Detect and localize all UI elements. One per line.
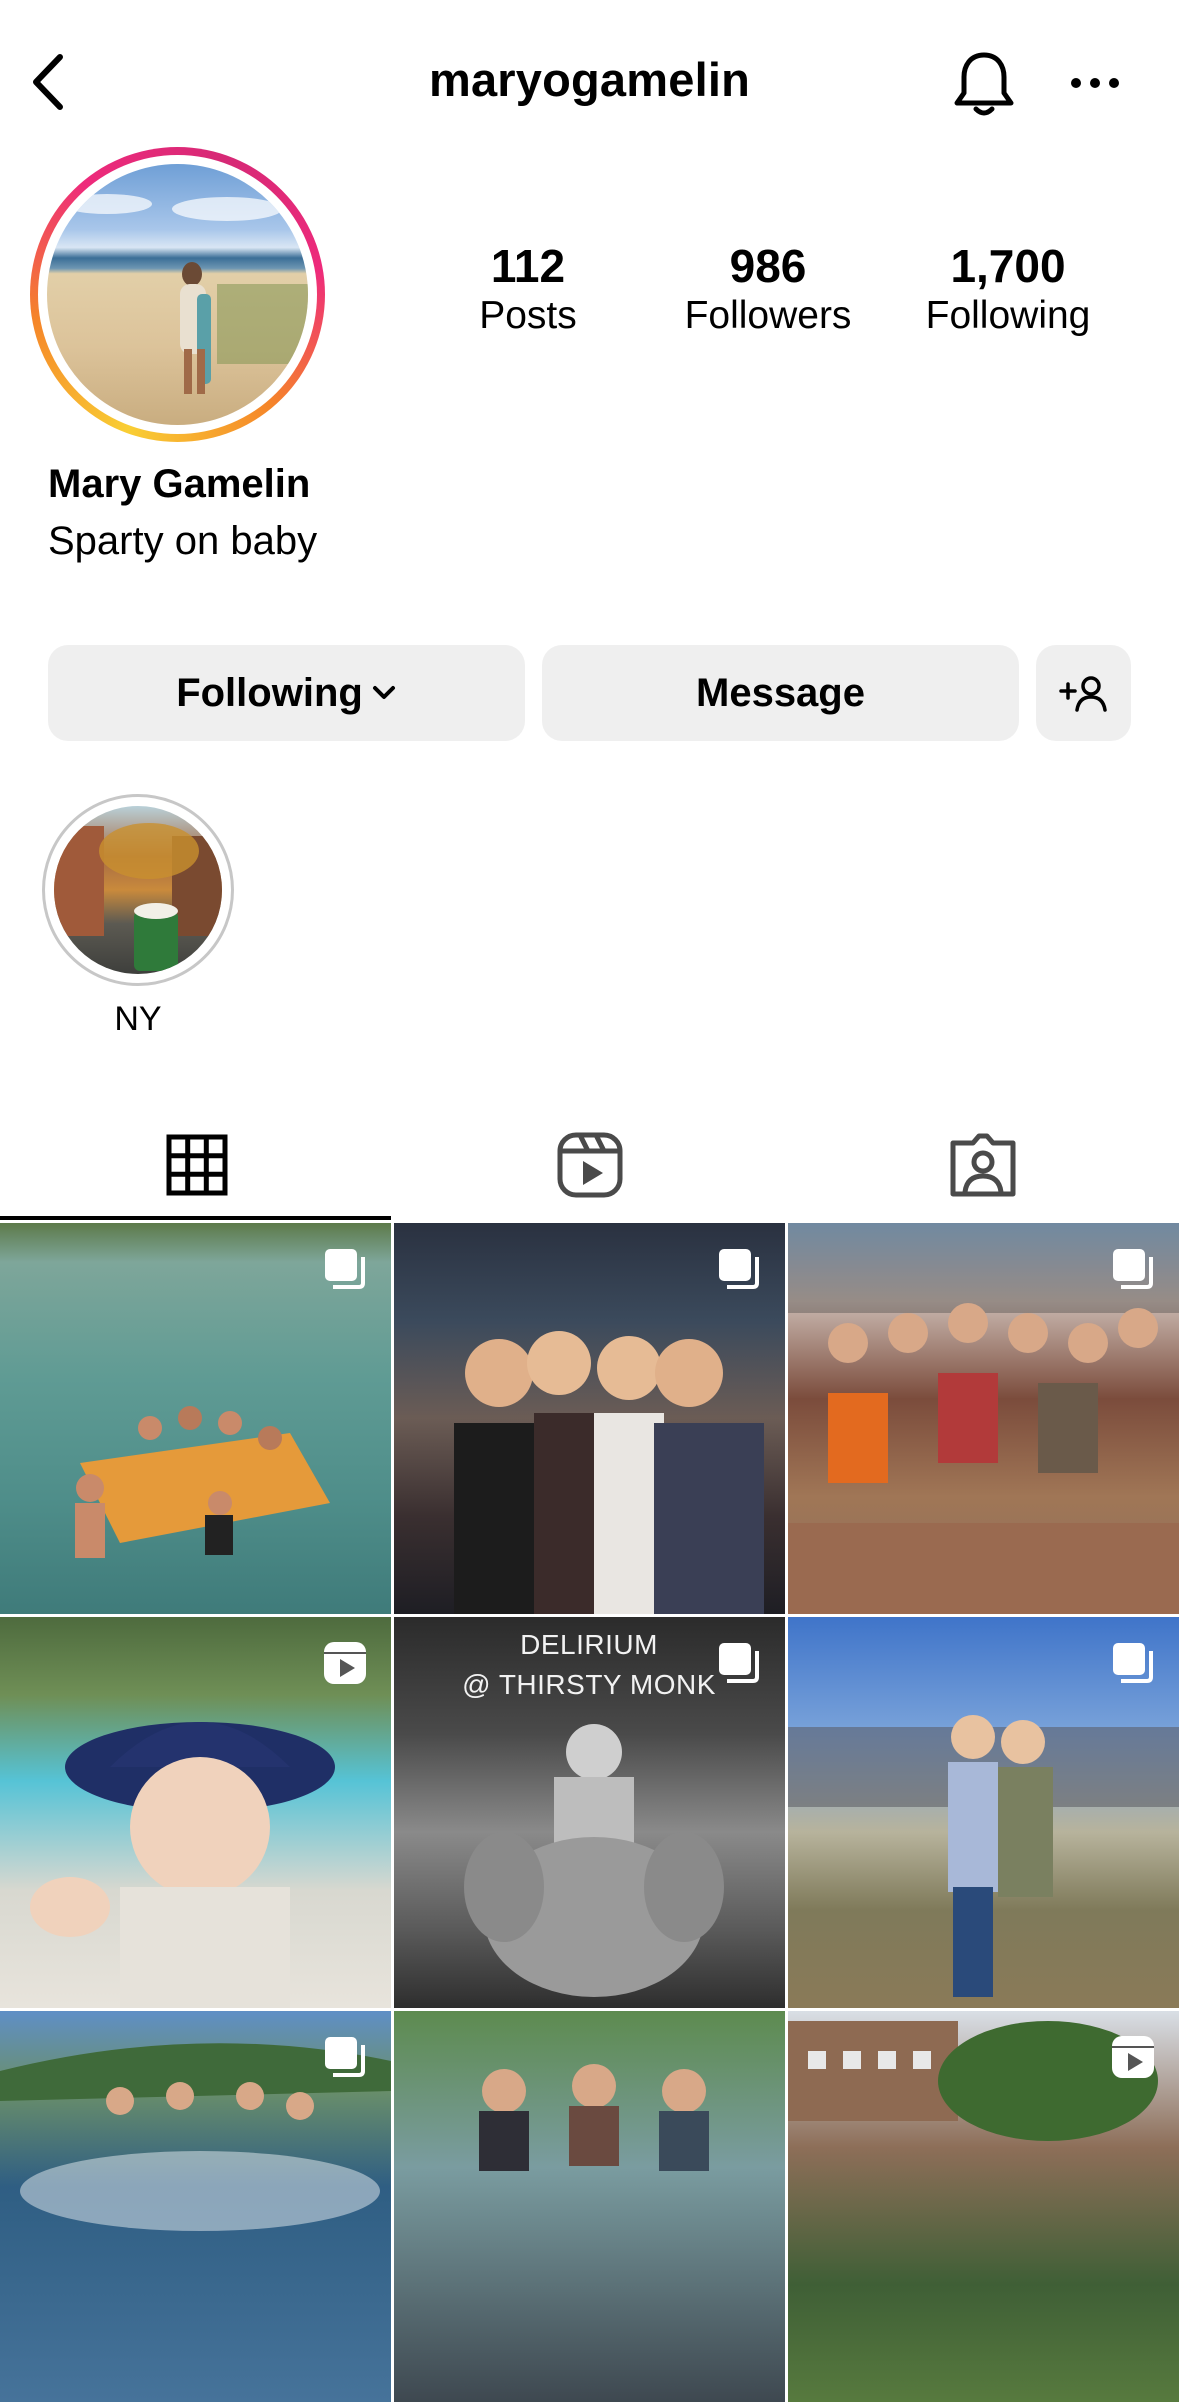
stat-label: Followers [684,294,852,337]
suggest-users-button[interactable] [1036,645,1131,741]
stat-following[interactable]: 1,700 Following [898,240,1118,340]
avatar-photo [47,164,308,425]
profile-bio: Sparty on baby [48,519,318,563]
stat-value: 1,700 [950,240,1066,292]
chevron-down-icon [372,686,395,699]
add-user-icon [1058,676,1107,712]
stat-label: Following [925,294,1091,337]
notifications-button[interactable] [946,46,1022,122]
tab-posts-grid[interactable] [0,1110,393,1220]
message-button-label: Message [696,670,865,715]
story-highlight-ny[interactable] [42,794,234,986]
post-tile[interactable] [788,1223,1179,1614]
post-tile[interactable] [394,1223,785,1614]
stat-value: 112 [490,240,566,292]
bell-icon [954,52,1014,116]
post-tile[interactable]: DELIRIUM @ THIRSTY MONK [394,1617,785,2008]
stat-value: 986 [729,240,807,292]
grid-icon [166,1134,227,1196]
carousel-icon [1113,1643,1153,1683]
more-horizontal-icon [1071,78,1119,88]
stat-label: Posts [479,294,577,337]
reels-icon [557,1132,622,1198]
post-tile[interactable] [0,1617,391,2008]
active-tab-indicator [0,1216,391,1220]
tagged-user-icon [950,1133,1015,1197]
more-options-button[interactable] [1060,58,1130,108]
tab-reels[interactable] [393,1110,786,1220]
following-button-label: Following [176,670,363,715]
stat-followers[interactable]: 986 Followers [658,240,878,340]
highlight-cover [54,806,222,974]
tab-tagged[interactable] [786,1110,1179,1220]
carousel-icon [719,1643,759,1683]
post-tile[interactable] [0,2011,391,2402]
posts-grid: DELIRIUM @ THIRSTY MONK [0,1223,1179,2402]
carousel-icon [325,2037,365,2077]
stat-posts[interactable]: 112 Posts [418,240,638,340]
following-button[interactable]: Following [48,645,525,741]
message-button[interactable]: Message [542,645,1019,741]
post-tile[interactable] [0,1223,391,1614]
carousel-icon [325,1249,365,1289]
reel-icon [1112,2036,1154,2078]
profile-avatar[interactable] [30,147,325,442]
story-highlight-label: NY [114,1000,162,1038]
carousel-icon [719,1249,759,1289]
post-tile[interactable] [394,2011,785,2402]
post-tile[interactable] [788,1617,1179,2008]
carousel-icon [1113,1249,1153,1289]
reel-icon [324,1642,366,1684]
profile-full-name: Mary Gamelin [48,462,311,506]
post-tile[interactable] [788,2011,1179,2402]
